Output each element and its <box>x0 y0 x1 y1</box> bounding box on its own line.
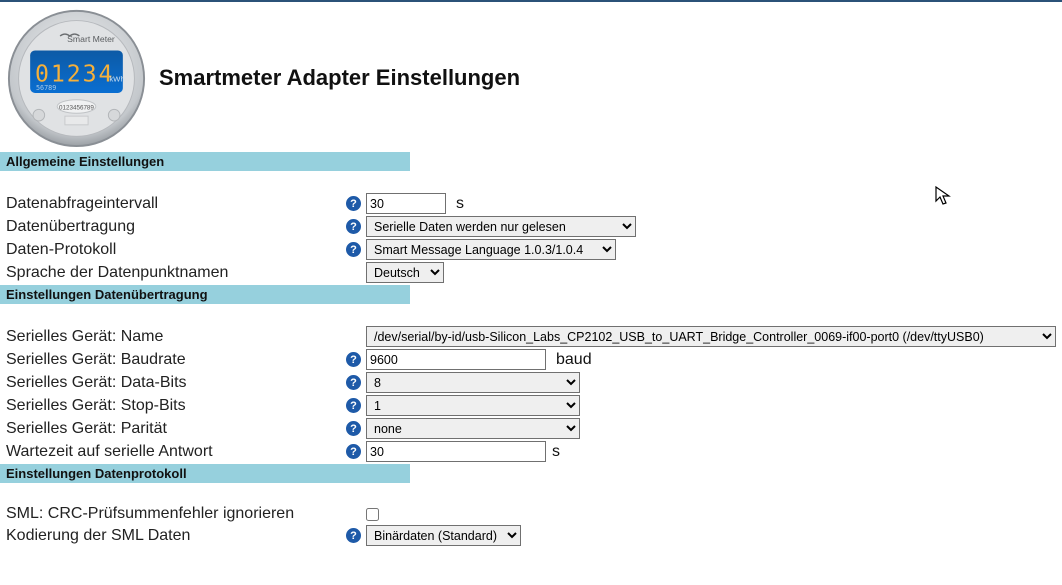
help-icon[interactable]: ? <box>346 352 361 367</box>
help-icon[interactable]: ? <box>346 219 361 234</box>
help-icon[interactable]: ? <box>346 398 361 413</box>
label-crc-ignore: SML: CRC-Prüfsummenfehler ignorieren <box>6 505 346 523</box>
unit-baud: baud <box>556 351 592 369</box>
meter-brand: Smart Meter <box>67 34 115 44</box>
page-title: Smartmeter Adapter Einstellungen <box>159 65 520 91</box>
help-icon[interactable]: ? <box>346 375 361 390</box>
header: Smart Meter 01234 kWh 56789 0123456789 S… <box>0 2 1062 152</box>
select-data-bits[interactable]: 8 <box>366 372 580 393</box>
input-serial-wait[interactable] <box>366 441 546 462</box>
checkbox-crc-ignore[interactable] <box>366 508 379 521</box>
label-sml-encoding: Kodierung der SML Daten <box>6 527 346 545</box>
select-protocol[interactable]: Smart Message Language 1.0.3/1.0.4 <box>366 239 616 260</box>
label-parity: Serielles Gerät: Parität <box>6 420 346 438</box>
label-baudrate: Serielles Gerät: Baudrate <box>6 351 346 369</box>
section-transmission-settings: Einstellungen Datenübertragung <box>0 285 410 304</box>
label-stop-bits: Serielles Gerät: Stop-Bits <box>6 397 346 415</box>
smartmeter-icon: Smart Meter 01234 kWh 56789 0123456789 <box>4 8 149 148</box>
section-general-settings: Allgemeine Einstellungen <box>0 152 410 171</box>
label-protocol: Daten-Protokoll <box>6 241 346 259</box>
label-datapoint-lang: Sprache der Datenpunktnamen <box>6 264 346 282</box>
select-parity[interactable]: none <box>366 418 580 439</box>
select-stop-bits[interactable]: 1 <box>366 395 580 416</box>
label-transmission: Datenübertragung <box>6 218 346 236</box>
help-icon[interactable]: ? <box>346 242 361 257</box>
select-datapoint-lang[interactable]: Deutsch <box>366 262 444 283</box>
help-icon[interactable]: ? <box>346 421 361 436</box>
select-transmission[interactable]: Serielle Daten werden nur gelesen <box>366 216 636 237</box>
unit-interval: s <box>456 195 464 213</box>
section-protocol-settings: Einstellungen Datenprotokoll <box>0 464 410 483</box>
unit-serial-wait: s <box>552 443 560 461</box>
svg-text:0123456789: 0123456789 <box>59 104 94 111</box>
input-interval[interactable] <box>366 193 446 214</box>
svg-text:kWh: kWh <box>109 74 124 83</box>
help-icon[interactable]: ? <box>346 528 361 543</box>
help-icon[interactable]: ? <box>346 444 361 459</box>
label-interval: Datenabfrageintervall <box>6 195 346 213</box>
label-serial-device: Serielles Gerät: Name <box>6 328 346 346</box>
select-sml-encoding[interactable]: Binärdaten (Standard) <box>366 525 521 546</box>
label-serial-wait: Wartezeit auf serielle Antwort <box>6 443 346 461</box>
label-data-bits: Serielles Gerät: Data-Bits <box>6 374 346 392</box>
help-icon[interactable]: ? <box>346 196 361 211</box>
select-serial-device[interactable]: /dev/serial/by-id/usb-Silicon_Labs_CP210… <box>366 326 1056 347</box>
svg-text:56789: 56789 <box>36 84 56 92</box>
input-baudrate[interactable] <box>366 349 546 370</box>
